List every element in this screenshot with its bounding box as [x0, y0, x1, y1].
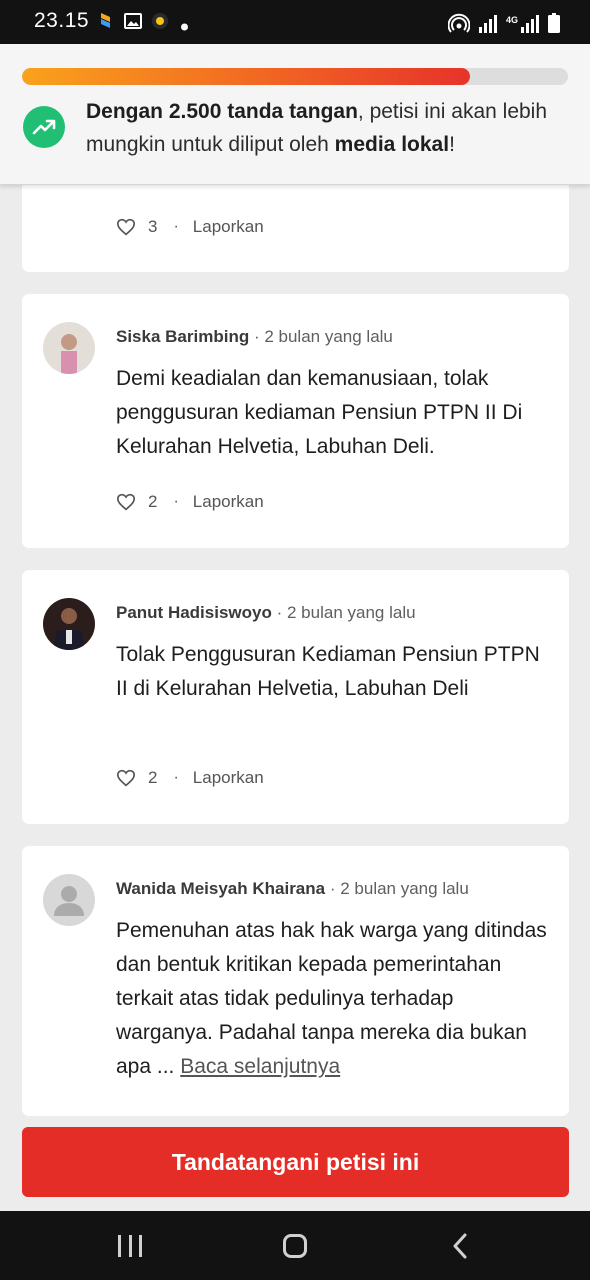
- avatar-placeholder: [43, 874, 95, 926]
- avatar: [43, 598, 95, 650]
- recents-icon[interactable]: [118, 1235, 142, 1257]
- comment-meta: Panut Hadisiswoyo · 2 bulan yang lalu: [116, 603, 416, 622]
- comment-text: Pemenuhan atas hak hak warga yang ditind…: [116, 914, 556, 1084]
- report-link[interactable]: Laporkan: [193, 492, 264, 512]
- comment-time: 2 bulan yang lalu: [287, 603, 416, 622]
- report-link[interactable]: Laporkan: [193, 217, 264, 237]
- progress-message: Dengan 2.500 tanda tangan, petisi ini ak…: [86, 95, 570, 161]
- heart-icon[interactable]: [116, 218, 136, 236]
- hotspot-icon: [447, 13, 470, 33]
- like-count: 3: [148, 217, 158, 236]
- progress-goal-text: Dengan 2.500 tanda tangan: [86, 100, 358, 123]
- battery-icon: [548, 13, 560, 33]
- comment-card: Panut Hadisiswoyo · 2 bulan yang lalu To…: [22, 570, 569, 824]
- notification-dot-icon: [181, 23, 188, 31]
- progress-fill: [22, 68, 470, 85]
- signal-icon: [478, 15, 497, 33]
- status-time: 23.15: [34, 9, 90, 32]
- progress-media-text: media lokal: [334, 133, 450, 156]
- status-bar: 23.15 4G: [0, 0, 590, 44]
- comment-text: Tolak Penggusuran Kediaman Pensiun PTPN …: [116, 643, 540, 700]
- read-more-link[interactable]: Baca selanjutnya: [180, 1055, 340, 1078]
- comment-actions: 2 · Laporkan: [116, 492, 264, 512]
- comment-actions: 3 · Laporkan: [116, 217, 264, 237]
- separator-dot: ·: [173, 218, 179, 235]
- progress-end-text: !: [449, 133, 455, 156]
- heart-icon[interactable]: [116, 769, 136, 787]
- separator-dot: ·: [173, 769, 179, 786]
- home-icon[interactable]: [283, 1234, 307, 1258]
- default-avatar-icon: [43, 874, 95, 926]
- signature-progress-banner: Dengan 2.500 tanda tangan, petisi ini ak…: [0, 44, 590, 185]
- trending-up-icon: [23, 106, 65, 148]
- heart-icon[interactable]: [116, 493, 136, 511]
- comment-time: 2 bulan yang lalu: [264, 327, 393, 346]
- back-icon[interactable]: [450, 1233, 470, 1259]
- app-badge-icon: [152, 13, 168, 29]
- comment-text: Demi keadialan dan kemanusiaan, tolak pe…: [116, 367, 523, 458]
- comment-card: Siska Barimbing · 2 bulan yang lalu Demi…: [22, 294, 569, 548]
- comment-card: Wanida Meisyah Khairana · 2 bulan yang l…: [22, 846, 569, 1116]
- comment-meta: Wanida Meisyah Khairana · 2 bulan yang l…: [116, 879, 469, 898]
- signal-icon-2: [521, 15, 539, 33]
- comment-actions: 2 · Laporkan: [116, 768, 264, 788]
- sign-petition-button[interactable]: Tandatangani petisi ini: [22, 1127, 569, 1197]
- comment-meta: Siska Barimbing · 2 bulan yang lalu: [116, 327, 393, 346]
- separator-dot: ·: [173, 493, 179, 510]
- network-type: 4G: [505, 15, 518, 25]
- author-name[interactable]: Wanida Meisyah Khairana: [116, 879, 325, 898]
- author-name[interactable]: Panut Hadisiswoyo: [116, 603, 272, 622]
- app-notification-icon: [101, 13, 110, 28]
- author-name[interactable]: Siska Barimbing: [116, 327, 249, 346]
- report-link[interactable]: Laporkan: [193, 768, 264, 788]
- system-nav-bar: [0, 1211, 590, 1280]
- comment-time: 2 bulan yang lalu: [340, 879, 469, 898]
- progress-bar: [22, 68, 568, 85]
- like-count: 2: [148, 768, 158, 787]
- gallery-icon: [124, 13, 142, 29]
- like-count: 2: [148, 492, 158, 511]
- avatar: [43, 322, 95, 374]
